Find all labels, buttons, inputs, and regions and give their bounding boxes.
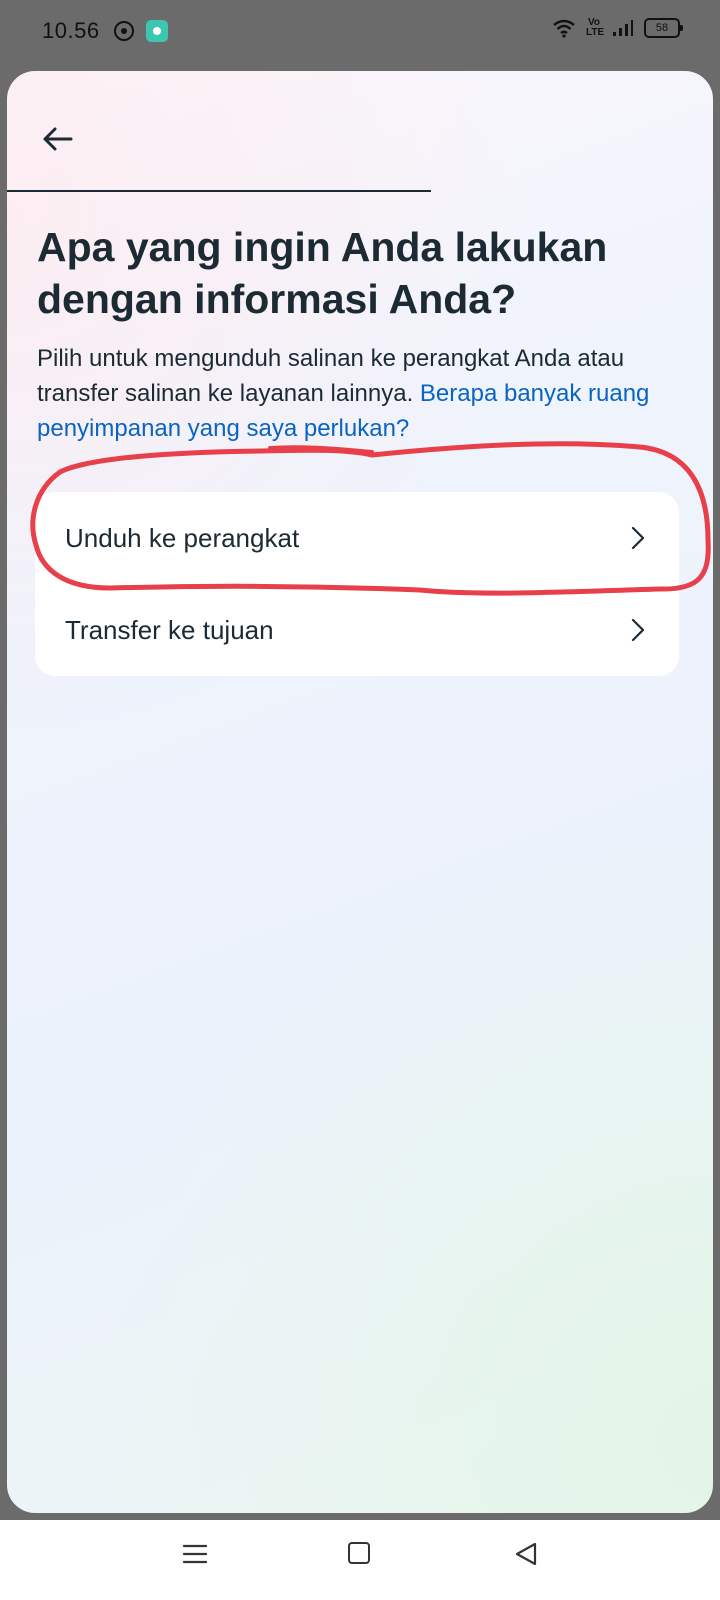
status-right-icons: Vo LTE 58 <box>552 17 683 38</box>
chevron-right-icon <box>631 618 645 642</box>
home-square-icon[interactable] <box>348 1542 370 1564</box>
options-card: Unduh ke perangkat Transfer ke tujuan <box>35 492 679 676</box>
status-time: 10.56 <box>42 18 100 43</box>
page-title: Apa yang ingin Anda lakukan dengan infor… <box>37 224 608 322</box>
menu-icon[interactable] <box>183 1542 207 1566</box>
back-triangle-icon[interactable] <box>514 1542 538 1566</box>
option-download-to-device[interactable]: Unduh ke perangkat <box>35 492 679 584</box>
wifi-icon <box>553 19 575 38</box>
option-label: Unduh ke perangkat <box>65 523 300 553</box>
app-badge-icon <box>146 20 168 42</box>
back-button[interactable] <box>29 111 85 167</box>
page-description: Pilih untuk mengunduh salinan ke perangk… <box>37 341 677 446</box>
progress-indicator <box>7 190 431 192</box>
option-transfer-to-destination[interactable]: Transfer ke tujuan <box>35 584 679 676</box>
chevron-right-icon <box>631 526 645 550</box>
system-nav-bar <box>0 1520 720 1600</box>
whatsapp-icon <box>114 21 134 41</box>
signal-icon <box>613 20 633 36</box>
status-left-icons <box>114 20 168 42</box>
option-label: Transfer ke tujuan <box>65 615 274 645</box>
arrow-left-icon <box>43 127 73 151</box>
status-bar: 10.56 Vo LTE 58 <box>0 0 720 66</box>
content-sheet: Apa yang ingin Anda lakukan dengan infor… <box>7 71 713 1513</box>
volte-icon: Vo LTE <box>586 17 605 38</box>
battery-icon: 58 <box>644 18 683 38</box>
